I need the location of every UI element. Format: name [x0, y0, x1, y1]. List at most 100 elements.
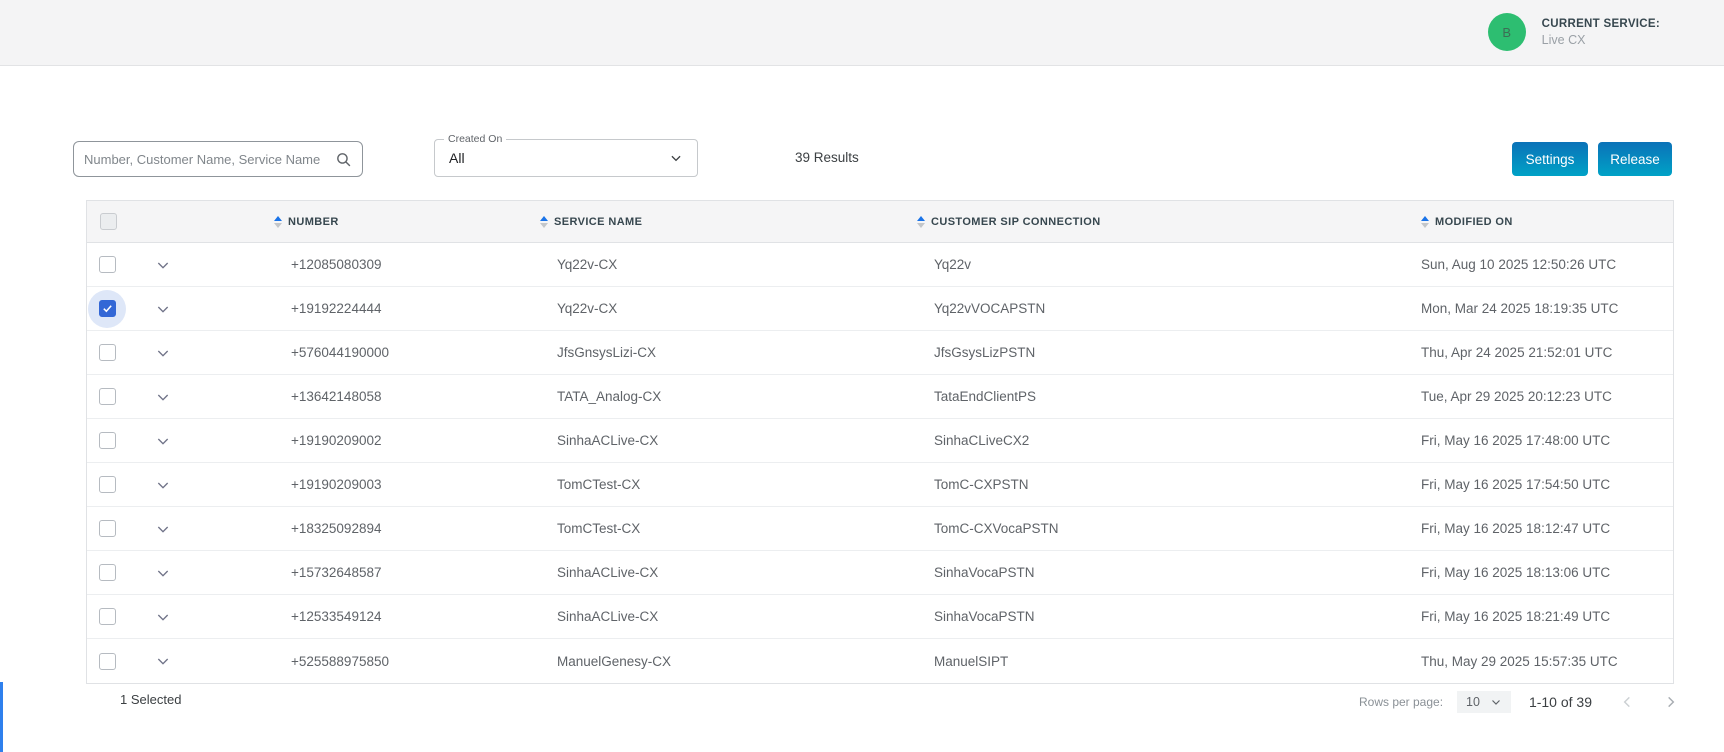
rows-per-page-label: Rows per page: [1359, 695, 1443, 709]
column-header-modified-on[interactable]: MODIFIED ON [1421, 216, 1673, 228]
page-range: 1-10 of 39 [1529, 694, 1592, 710]
cell-service-name: TomCTest-CX [540, 521, 917, 536]
results-count: 39 Results [795, 150, 859, 165]
cell-modified-on: Fri, May 16 2025 17:54:50 UTC [1421, 477, 1673, 492]
sort-icon [540, 216, 548, 228]
cell-number: +12533549124 [274, 609, 540, 624]
table-row: +19192224444 Yq22v-CX Yq22vVOCAPSTN Mon,… [87, 287, 1673, 331]
current-service-widget: B CURRENT SERVICE: Live CX [1488, 13, 1660, 51]
row-checkbox[interactable] [88, 422, 126, 460]
previous-page-button[interactable] [1614, 688, 1642, 716]
row-checkbox[interactable] [88, 598, 126, 636]
cell-modified-on: Fri, May 16 2025 18:12:47 UTC [1421, 521, 1673, 536]
expand-row-chevron-icon[interactable] [155, 433, 274, 449]
cell-service-name: Yq22v-CX [540, 301, 917, 316]
expand-row-chevron-icon[interactable] [155, 653, 274, 669]
cell-service-name: ManuelGenesy-CX [540, 654, 917, 669]
search-input[interactable] [84, 152, 335, 167]
pagination-bar: Rows per page: 10 1-10 of 39 [1359, 688, 1684, 716]
cell-modified-on: Thu, May 29 2025 15:57:35 UTC [1421, 654, 1673, 669]
cell-customer-sip-connection: TomC-CXPSTN [917, 477, 1421, 492]
expand-row-chevron-icon[interactable] [155, 565, 274, 581]
top-bar: B CURRENT SERVICE: Live CX [0, 0, 1724, 66]
cell-number: +576044190000 [274, 345, 540, 360]
row-checkbox[interactable] [88, 510, 126, 548]
expand-row-chevron-icon[interactable] [155, 389, 274, 405]
select-all-checkbox[interactable] [89, 203, 127, 241]
cell-number: +12085080309 [274, 257, 540, 272]
row-checkbox[interactable] [88, 290, 126, 328]
cell-modified-on: Fri, May 16 2025 18:13:06 UTC [1421, 565, 1673, 580]
column-label: NUMBER [288, 216, 339, 228]
release-button[interactable]: Release [1598, 142, 1672, 176]
cell-number: +19192224444 [274, 301, 540, 316]
table-header-row: NUMBER SERVICE NAME CUSTOMER SIP CONNECT… [87, 201, 1673, 243]
expand-row-chevron-icon[interactable] [155, 521, 274, 537]
cell-customer-sip-connection: JfsGsysLizPSTN [917, 345, 1421, 360]
chevron-down-icon [1490, 696, 1502, 708]
row-checkbox[interactable] [88, 466, 126, 504]
cell-customer-sip-connection: TomC-CXVocaPSTN [917, 521, 1421, 536]
sort-icon [274, 216, 282, 228]
current-service-label: CURRENT SERVICE: [1542, 18, 1660, 30]
cell-number: +19190209002 [274, 433, 540, 448]
numbers-table: NUMBER SERVICE NAME CUSTOMER SIP CONNECT… [86, 200, 1674, 684]
next-page-button[interactable] [1656, 688, 1684, 716]
left-edge-accent [0, 682, 3, 752]
table-row: +19190209003 TomCTest-CX TomC-CXPSTN Fri… [87, 463, 1673, 507]
created-on-select[interactable]: Created On All [434, 139, 698, 177]
expand-row-chevron-icon[interactable] [155, 477, 274, 493]
table-row: +576044190000 JfsGnsysLizi-CX JfsGsysLiz… [87, 331, 1673, 375]
cell-customer-sip-connection: SinhaCLiveCX2 [917, 433, 1421, 448]
cell-number: +18325092894 [274, 521, 540, 536]
selected-count: 1 Selected [120, 692, 181, 707]
column-header-number[interactable]: NUMBER [274, 216, 540, 228]
sort-icon [1421, 216, 1429, 228]
cell-number: +15732648587 [274, 565, 540, 580]
table-row: +525588975850 ManuelGenesy-CX ManuelSIPT… [87, 639, 1673, 683]
expand-row-chevron-icon[interactable] [155, 301, 274, 317]
cell-number: +19190209003 [274, 477, 540, 492]
cell-customer-sip-connection: Yq22vVOCAPSTN [917, 301, 1421, 316]
cell-service-name: Yq22v-CX [540, 257, 917, 272]
cell-service-name: TATA_Analog-CX [540, 389, 917, 404]
column-label: SERVICE NAME [554, 216, 642, 228]
cell-customer-sip-connection: ManuelSIPT [917, 654, 1421, 669]
cell-customer-sip-connection: TataEndClientPS [917, 389, 1421, 404]
table-row: +12085080309 Yq22v-CX Yq22v Sun, Aug 10 … [87, 243, 1673, 287]
row-checkbox[interactable] [88, 378, 126, 416]
settings-button[interactable]: Settings [1512, 142, 1588, 176]
row-checkbox[interactable] [88, 642, 126, 680]
created-on-value: All [449, 150, 669, 166]
chevron-down-icon [669, 151, 683, 165]
sort-icon [917, 216, 925, 228]
expand-row-chevron-icon[interactable] [155, 609, 274, 625]
search-box[interactable] [73, 141, 363, 177]
expand-row-chevron-icon[interactable] [155, 257, 274, 273]
cell-modified-on: Fri, May 16 2025 18:21:49 UTC [1421, 609, 1673, 624]
cell-number: +13642148058 [274, 389, 540, 404]
column-header-customer-sip-connection[interactable]: CUSTOMER SIP CONNECTION [917, 216, 1421, 228]
chevron-left-icon [1620, 694, 1636, 710]
rows-per-page-select[interactable]: 10 [1457, 691, 1511, 713]
cell-service-name: TomCTest-CX [540, 477, 917, 492]
created-on-label: Created On [444, 133, 506, 145]
row-checkbox[interactable] [88, 554, 126, 592]
cell-modified-on: Thu, Apr 24 2025 21:52:01 UTC [1421, 345, 1673, 360]
column-header-service-name[interactable]: SERVICE NAME [540, 216, 917, 228]
row-checkbox[interactable] [88, 246, 126, 284]
cell-modified-on: Mon, Mar 24 2025 18:19:35 UTC [1421, 301, 1673, 316]
chevron-right-icon [1662, 694, 1678, 710]
table-row: +15732648587 SinhaACLive-CX SinhaVocaPST… [87, 551, 1673, 595]
row-checkbox[interactable] [88, 334, 126, 372]
expand-row-chevron-icon[interactable] [155, 345, 274, 361]
cell-customer-sip-connection: Yq22v [917, 257, 1421, 272]
cell-number: +525588975850 [274, 654, 540, 669]
cell-service-name: SinhaACLive-CX [540, 433, 917, 448]
column-label: MODIFIED ON [1435, 216, 1513, 228]
avatar[interactable]: B [1488, 13, 1526, 51]
table-row: +18325092894 TomCTest-CX TomC-CXVocaPSTN… [87, 507, 1673, 551]
search-icon[interactable] [335, 151, 352, 168]
column-label: CUSTOMER SIP CONNECTION [931, 216, 1101, 228]
table-row: +19190209002 SinhaACLive-CX SinhaCLiveCX… [87, 419, 1673, 463]
